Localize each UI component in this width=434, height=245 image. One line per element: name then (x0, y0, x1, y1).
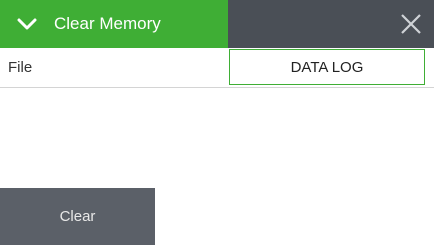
file-row: File DATA LOG (0, 48, 434, 88)
header-bar: Clear Memory (0, 0, 434, 48)
file-select[interactable]: DATA LOG (229, 49, 425, 85)
close-icon[interactable] (388, 0, 434, 48)
chevron-down-icon[interactable] (16, 13, 38, 35)
page-title: Clear Memory (54, 14, 161, 33)
file-label: File (8, 59, 33, 76)
clear-memory-tab[interactable]: Clear Memory (0, 0, 228, 48)
clear-button[interactable]: Clear (0, 188, 155, 245)
